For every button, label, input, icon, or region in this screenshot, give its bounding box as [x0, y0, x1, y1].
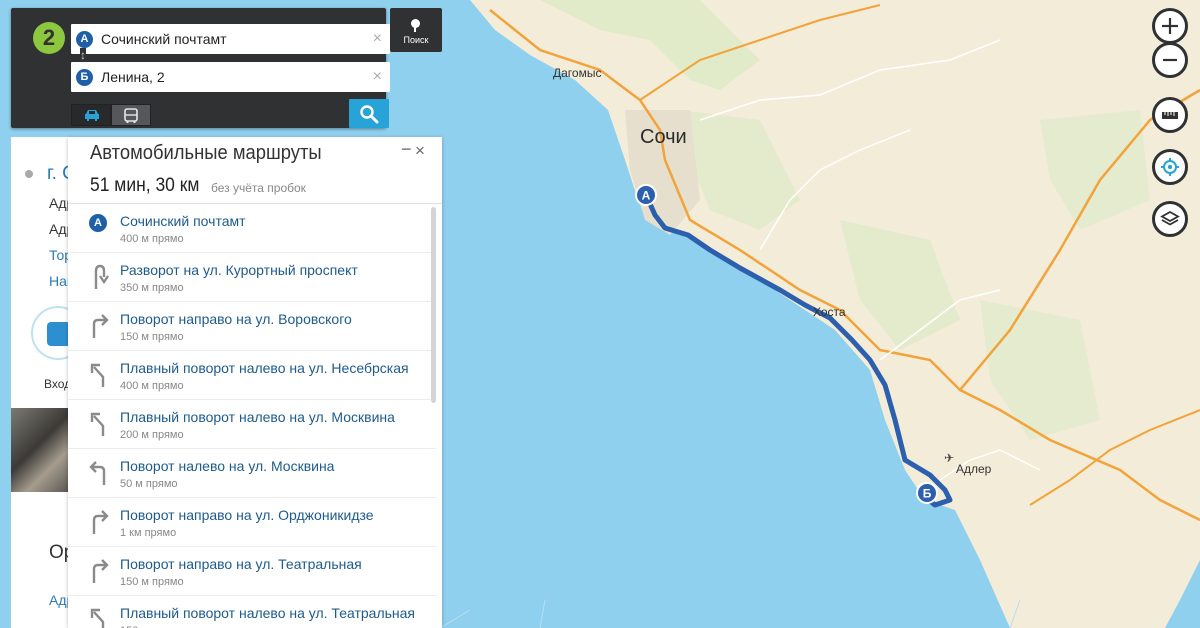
turn-right-icon [88, 557, 110, 585]
routes-title: Автомобильные маршруты [90, 142, 322, 164]
slight-left-icon [88, 361, 110, 389]
route-step[interactable]: А Сочинский почтамт 400 м прямо [68, 204, 436, 253]
turn-left-icon [88, 459, 110, 487]
zoom-in-button[interactable] [1152, 8, 1188, 44]
route-start-label: А [642, 189, 651, 203]
clear-to-icon[interactable]: × [373, 68, 382, 86]
slight-left-icon [88, 410, 110, 438]
route-step[interactable]: Поворот налево на ул. Москвина 50 м прямо [68, 449, 436, 498]
step-name: Поворот направо на ул. Воровского [120, 311, 352, 327]
route-step[interactable]: Плавный поворот налево на ул. Театральна… [68, 596, 436, 628]
car-icon [85, 110, 99, 121]
step-distance: 350 м прямо [120, 282, 184, 294]
zoom-out-icon [1163, 58, 1177, 62]
step-distance: 150 м прямо [120, 331, 184, 343]
step-distance: 400 м прямо [120, 233, 184, 245]
route-summary: 51 мин, 30 км [90, 175, 200, 196]
route-steps-list[interactable]: А Сочинский почтамт 400 м прямо Разворот на… [68, 204, 436, 628]
route-step[interactable]: Плавный поворот налево на ул. Москвина 20… [68, 400, 436, 449]
route-step[interactable]: Разворот на ул. Курортный проспект 350 м … [68, 253, 436, 302]
step-name: Плавный поворот налево на ул. Москвина [120, 409, 395, 425]
step-name: Поворот налево на ул. Москвина [120, 458, 335, 474]
map-label-sochi: Сочи [640, 126, 687, 148]
swap-icon[interactable]: ↕ [80, 48, 86, 62]
point-b-icon: Б [76, 69, 93, 86]
poisk-label: Поиск [403, 35, 429, 45]
slight-left-icon [88, 606, 110, 628]
step-name: Поворот направо на ул. Театральная [120, 556, 362, 572]
place-photo[interactable] [11, 408, 69, 492]
steps-scrollbar[interactable] [431, 207, 436, 403]
step-distance: 50 м прямо [120, 478, 178, 490]
step-name: Разворот на ул. Курортный проспект [120, 262, 358, 278]
locate-icon [1161, 158, 1179, 176]
route-end-label: Б [923, 487, 932, 501]
step-name: Плавный поворот налево на ул. Театральна… [120, 605, 416, 621]
pin-icon [411, 19, 420, 32]
airport-icon: ✈ [944, 451, 954, 465]
to-input[interactable] [101, 62, 361, 92]
route-search-panel: 2 А × ↕ Б × [11, 8, 390, 128]
layers-button[interactable] [1152, 201, 1188, 237]
turn-right-icon [88, 508, 110, 536]
map-label-adler: Адлер [956, 462, 992, 476]
route-note: без учёта пробок [211, 181, 306, 195]
minimize-icon[interactable]: − [401, 139, 412, 160]
route-end-marker: Б [916, 482, 938, 504]
step-name: Плавный поворот налево на ул. Несебрская [120, 360, 409, 376]
route-step[interactable]: Поворот направо на ул. Театральная 150 м … [68, 547, 436, 596]
step-distance: 1 км прямо [120, 527, 177, 539]
car-mode-button[interactable] [71, 104, 111, 126]
close-icon[interactable]: × [415, 141, 425, 161]
point-a-icon: А [76, 31, 93, 48]
route-step[interactable]: Поворот направо на ул. Воровского 150 м п… [68, 302, 436, 351]
step-distance: 400 м прямо [120, 380, 184, 392]
step-name: Сочинский почтамт [120, 213, 246, 229]
route-step[interactable]: Плавный поворот налево на ул. Несебрская… [68, 351, 436, 400]
to-field[interactable]: Б × [71, 62, 390, 92]
route-start-marker: А [635, 184, 657, 206]
u-turn-icon [88, 263, 110, 291]
map-label-khosta: Хоста [813, 305, 846, 319]
from-field[interactable]: А × [71, 24, 390, 54]
clear-from-icon[interactable]: × [373, 30, 382, 48]
route-step[interactable]: Поворот направо на ул. Орджоникидзе 1 км … [68, 498, 436, 547]
zoom-in-icon [1162, 18, 1178, 34]
layers-icon [1160, 210, 1180, 226]
search-icon [360, 105, 379, 124]
from-input[interactable] [101, 24, 361, 54]
ruler-button[interactable] [1152, 97, 1188, 133]
routes-panel: Автомобильные маршруты − × 51 мин, 30 км… [68, 137, 442, 628]
point-a-icon: А [89, 214, 107, 232]
ruler-icon [1162, 112, 1178, 119]
poisk-button[interactable]: Поиск [390, 8, 442, 52]
step-distance: 200 м прямо [120, 429, 184, 441]
step-distance: 150 м прямо [120, 576, 184, 588]
zoom-out-button[interactable] [1152, 42, 1188, 78]
bus-icon [124, 108, 138, 123]
transport-mode-group [71, 104, 151, 126]
bus-mode-button[interactable] [111, 104, 151, 126]
step-name: Поворот направо на ул. Орджоникидзе [120, 507, 374, 523]
pin-icon [25, 169, 33, 178]
logo-icon[interactable]: 2 [33, 22, 65, 54]
locate-button[interactable] [1152, 149, 1188, 185]
turn-right-icon [88, 312, 110, 340]
map-label-dagomys: Дагомыс [553, 66, 602, 80]
search-route-button[interactable] [349, 99, 389, 128]
